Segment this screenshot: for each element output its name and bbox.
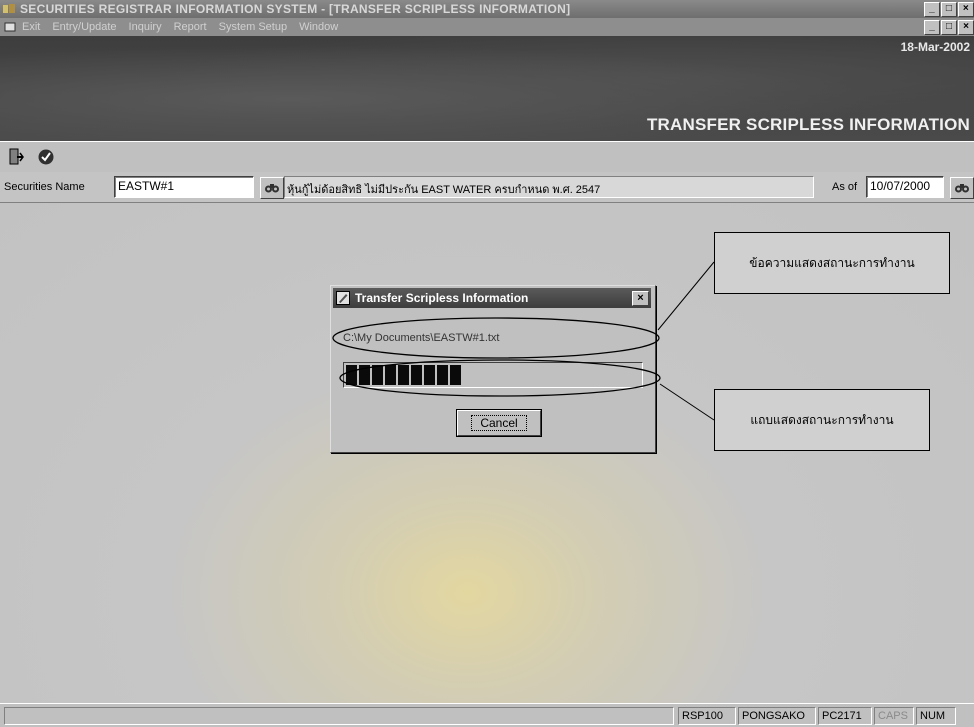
securities-name-input[interactable]: EASTW#1 (114, 176, 254, 198)
cancel-button[interactable]: Cancel (457, 410, 541, 436)
minimize-button[interactable]: _ (924, 2, 940, 17)
toolbar (0, 141, 974, 173)
progress-block (359, 365, 370, 385)
securities-description: หุ้นกู้ไม่ด้อยสิทธิ ไม่มีประกัน EAST WAT… (284, 176, 814, 198)
progress-bar (343, 362, 643, 388)
file-path-text: C:\My Documents\EASTW#1.txt (343, 332, 500, 344)
progress-block (411, 365, 422, 385)
child-minimize-button[interactable]: _ (924, 20, 940, 35)
securities-name-label: Securities Name (4, 181, 85, 193)
app-icon (3, 4, 15, 13)
progress-block (372, 365, 383, 385)
binoculars-icon (265, 184, 279, 193)
exit-door-icon[interactable] (2, 144, 30, 170)
title-bar: SECURITIES REGISTRAR INFORMATION SYSTEM … (0, 0, 974, 18)
menu-report[interactable]: Report (174, 21, 207, 33)
check-icon[interactable] (32, 144, 60, 170)
as-of-label: As of (832, 181, 858, 193)
progress-fill (346, 365, 461, 385)
menu-exit[interactable]: Exit (22, 21, 40, 33)
progress-block (424, 365, 435, 385)
page-title: TRANSFER SCRIPLESS INFORMATION (646, 115, 970, 134)
menu-system-setup[interactable]: System Setup (219, 21, 287, 33)
menu-bar: Exit Entry/Update Inquiry Report System … (0, 18, 974, 36)
callout-status-message-text: ข้อความแสดงสถานะการทำงาน (749, 255, 915, 270)
status-machine: PC2171 (818, 707, 872, 725)
child-maximize-button[interactable]: □ (941, 20, 957, 35)
maximize-button[interactable]: □ (941, 2, 957, 17)
progress-block (385, 365, 396, 385)
securities-lookup-button[interactable] (260, 177, 284, 199)
status-user-name: PONGSAKO (738, 707, 816, 725)
progress-block (398, 365, 409, 385)
cancel-button-label: Cancel (471, 415, 527, 431)
status-message-panel (4, 707, 674, 725)
securities-bar: Securities Name EASTW#1 หุ้นกู้ไม่ด้อยสิ… (0, 172, 974, 203)
child-close-button[interactable]: × (958, 20, 974, 35)
transfer-dialog: Transfer Scripless Information × C:\My D… (330, 285, 656, 453)
status-caps: CAPS (874, 707, 914, 725)
progress-block (437, 365, 448, 385)
pencil-icon (336, 291, 350, 305)
menu-entry-update[interactable]: Entry/Update (52, 21, 116, 33)
as-of-date-input[interactable]: 10/07/2000 (866, 176, 944, 198)
close-button[interactable]: × (958, 2, 974, 17)
progress-block (346, 365, 357, 385)
header-banner: 18-Mar-2002 TRANSFER SCRIPLESS INFORMATI… (0, 36, 974, 141)
progress-block (450, 365, 461, 385)
menu-window[interactable]: Window (299, 21, 338, 33)
menu-inquiry[interactable]: Inquiry (129, 21, 162, 33)
status-user-code: RSP100 (678, 707, 736, 725)
status-num: NUM (916, 707, 956, 725)
date-lookup-button[interactable] (950, 177, 974, 199)
callout-status-message: ข้อความแสดงสถานะการทำงาน (714, 232, 950, 294)
binoculars-icon (955, 184, 969, 193)
current-date: 18-Mar-2002 (900, 40, 970, 54)
document-icon (4, 22, 16, 32)
dialog-title-bar[interactable]: Transfer Scripless Information × (333, 288, 651, 308)
window-title: SECURITIES REGISTRAR INFORMATION SYSTEM … (20, 2, 571, 16)
dialog-title: Transfer Scripless Information (355, 291, 529, 305)
callout-status-bar-text: แถบแสดงสถานะการทำงาน (750, 412, 894, 427)
dialog-close-button[interactable]: × (632, 291, 649, 306)
status-bar: RSP100 PONGSAKO PC2171 CAPS NUM (0, 703, 974, 727)
callout-status-bar: แถบแสดงสถานะการทำงาน (714, 389, 930, 451)
